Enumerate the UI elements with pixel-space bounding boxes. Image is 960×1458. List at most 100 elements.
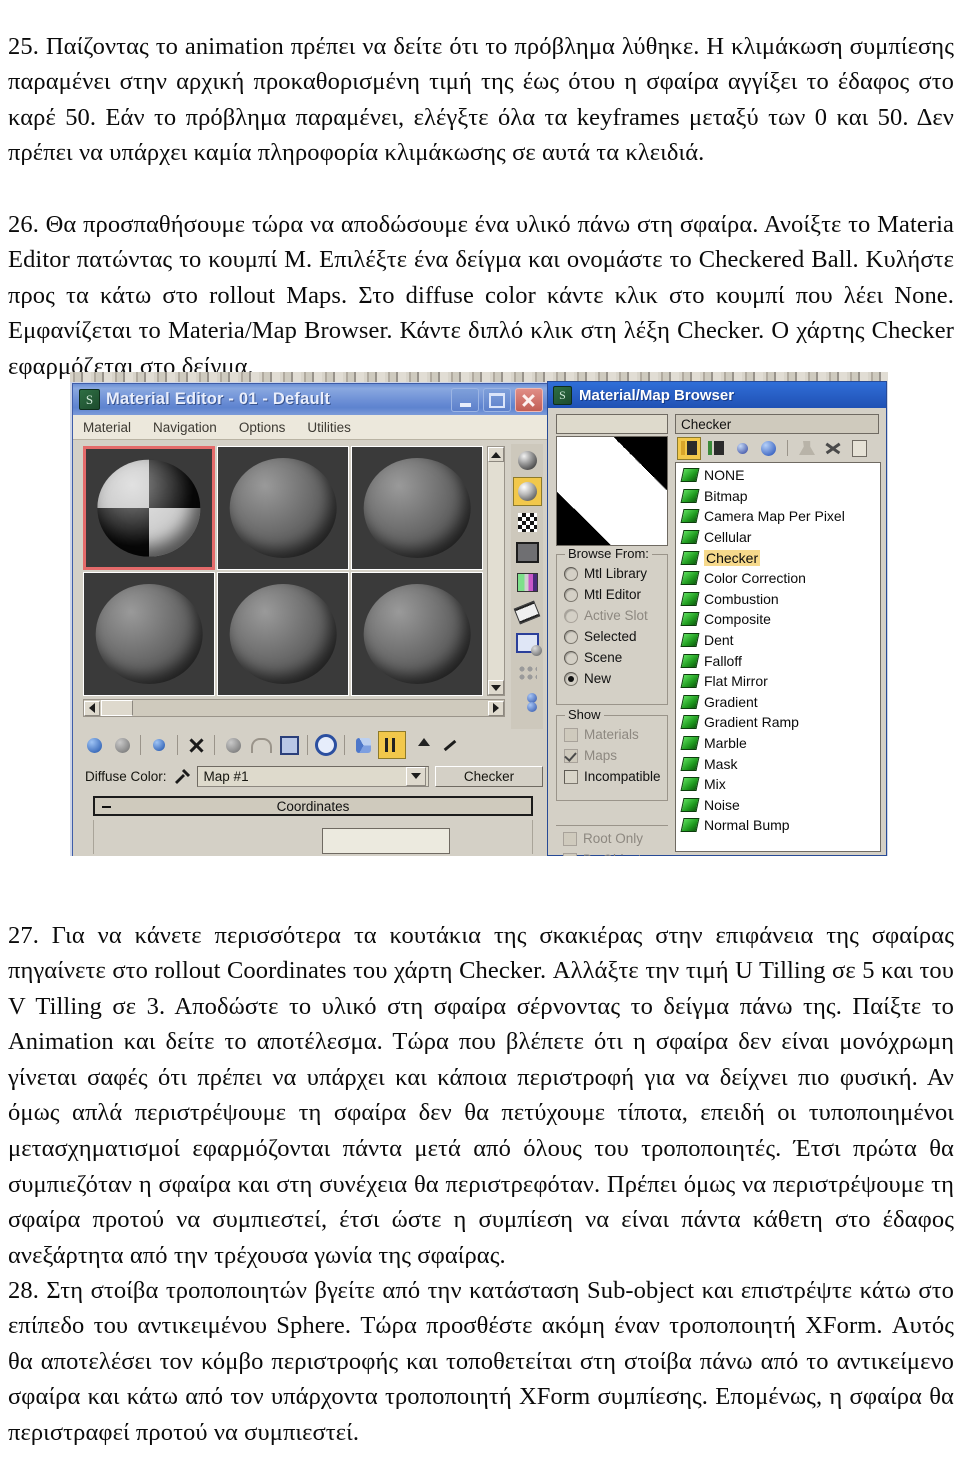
sample-slots-horizontal-scrollbar[interactable]: [83, 699, 505, 717]
reset-map-mtl-to-default-icon[interactable]: [183, 732, 209, 758]
list-item[interactable]: Marble: [676, 733, 880, 754]
show-map-in-viewport-icon[interactable]: [350, 732, 376, 758]
minimize-icon[interactable]: [451, 388, 479, 412]
list-item[interactable]: Dent: [676, 630, 880, 651]
view-small-icons-icon[interactable]: [731, 438, 753, 459]
show-end-result-icon[interactable]: [378, 731, 406, 759]
menu-item-material[interactable]: Material: [83, 420, 131, 435]
view-list-icon[interactable]: [677, 436, 701, 460]
assign-material-to-selection-icon[interactable]: [146, 732, 172, 758]
view-list-icons-icon[interactable]: [705, 438, 727, 459]
eyedropper-icon[interactable]: [173, 768, 191, 784]
checkbox-incompatible[interactable]: Incompatible: [557, 766, 667, 787]
list-item[interactable]: Noise: [676, 795, 880, 816]
sample-uv-tiling-icon[interactable]: [514, 539, 541, 566]
list-item[interactable]: Color Correction: [676, 568, 880, 589]
collapse-icon[interactable]: [102, 806, 111, 808]
sample-slot[interactable]: [83, 446, 215, 570]
background-checker-icon[interactable]: [514, 509, 541, 536]
options-icon[interactable]: [514, 629, 542, 656]
list-item[interactable]: Gradient Ramp: [676, 712, 880, 733]
scrollbar-thumb[interactable]: [101, 700, 133, 716]
put-material-to-scene-icon[interactable]: [109, 732, 135, 758]
list-item[interactable]: Mix: [676, 774, 880, 795]
embedded-screenshot: S Material Editor - 01 - Default Materia…: [70, 372, 888, 856]
list-item[interactable]: Composite: [676, 609, 880, 630]
close-icon[interactable]: [515, 388, 543, 412]
map-swatch-icon: [680, 777, 700, 792]
update-scene-materials-icon[interactable]: [796, 438, 818, 459]
list-item-label: Combustion: [704, 590, 779, 607]
list-item[interactable]: Falloff: [676, 650, 880, 671]
toolbar-divider: [787, 440, 788, 456]
video-color-check-icon[interactable]: [514, 569, 541, 596]
sample-slots-vertical-scrollbar[interactable]: [487, 446, 505, 696]
radio-mtl-editor[interactable]: Mtl Editor: [557, 584, 667, 605]
sample-slot[interactable]: [83, 572, 215, 696]
clear-material-library-icon[interactable]: [848, 438, 870, 459]
map-name-field[interactable]: Map #1: [196, 765, 429, 787]
sample-type-sphere-icon[interactable]: [514, 447, 541, 474]
sample-slot[interactable]: [351, 446, 483, 570]
menu-item-options[interactable]: Options: [239, 420, 286, 435]
delete-from-library-icon[interactable]: [822, 438, 844, 459]
radio-selected[interactable]: Selected: [557, 626, 667, 647]
material-editor-titlebar[interactable]: S Material Editor - 01 - Default: [73, 384, 547, 415]
material-map-navigator-icon[interactable]: [514, 689, 541, 716]
browser-body: Browse From: Mtl Library Mtl Editor Acti…: [548, 408, 886, 856]
scroll-left-icon[interactable]: [84, 700, 100, 716]
list-item[interactable]: NONE: [676, 465, 880, 486]
list-item-label: Bitmap: [704, 487, 748, 504]
list-item[interactable]: Mask: [676, 753, 880, 774]
go-forward-to-sibling-icon[interactable]: [436, 732, 462, 758]
make-preview-icon[interactable]: [513, 599, 541, 626]
rollout-field[interactable]: [322, 828, 450, 854]
scroll-down-icon[interactable]: [488, 680, 504, 695]
scroll-right-icon[interactable]: [488, 700, 504, 716]
coordinates-rollout-header[interactable]: Coordinates: [93, 796, 533, 816]
scroll-up-icon[interactable]: [488, 447, 504, 462]
get-material-icon[interactable]: [81, 732, 107, 758]
view-large-icons-icon[interactable]: [757, 438, 779, 459]
sample-slot-grid: [83, 446, 483, 696]
selected-type-field[interactable]: Checker: [675, 414, 879, 434]
radio-icon[interactable]: [564, 629, 578, 644]
list-item-label: NONE: [704, 467, 745, 484]
menu-item-utilities[interactable]: Utilities: [307, 420, 351, 435]
go-to-parent-icon[interactable]: [408, 732, 434, 758]
make-unique-icon[interactable]: [248, 732, 274, 758]
radio-new[interactable]: New: [557, 668, 667, 689]
list-item[interactable]: Camera Map Per Pixel: [676, 506, 880, 527]
make-material-copy-icon[interactable]: [220, 732, 246, 758]
radio-scene[interactable]: Scene: [557, 647, 667, 668]
map-type-list[interactable]: NONE Bitmap Camera Map Per Pixel Cellula…: [675, 462, 881, 852]
menu-item-navigation[interactable]: Navigation: [153, 420, 217, 435]
radio-icon[interactable]: [564, 566, 578, 581]
list-item-label: Gradient: [704, 693, 758, 710]
material-effects-channel-icon[interactable]: [313, 732, 339, 758]
radio-icon[interactable]: [564, 587, 578, 602]
sample-slot[interactable]: [217, 572, 349, 696]
map-swatch-icon: [680, 653, 700, 668]
browser-name-input[interactable]: [556, 414, 668, 434]
sample-slot[interactable]: [351, 572, 483, 696]
maximize-icon[interactable]: [483, 388, 511, 412]
list-item[interactable]: Flat Mirror: [676, 671, 880, 692]
select-by-material-icon[interactable]: [514, 659, 541, 686]
browser-titlebar[interactable]: S Material/Map Browser: [548, 382, 886, 408]
put-to-library-icon[interactable]: [276, 732, 302, 758]
backlight-icon[interactable]: [512, 477, 542, 506]
list-item-checker[interactable]: Checker: [676, 547, 880, 568]
list-item[interactable]: Bitmap: [676, 486, 880, 507]
list-item[interactable]: Normal Bump: [676, 815, 880, 836]
radio-icon[interactable]: [564, 650, 578, 665]
list-item[interactable]: Gradient: [676, 692, 880, 713]
checkbox-icon[interactable]: [564, 769, 578, 784]
map-type-button[interactable]: Checker: [435, 765, 543, 787]
list-item[interactable]: Combustion: [676, 589, 880, 610]
radio-icon[interactable]: [564, 671, 578, 686]
list-item[interactable]: Cellular: [676, 527, 880, 548]
chevron-down-icon[interactable]: [406, 766, 426, 786]
sample-slot[interactable]: [217, 446, 349, 570]
radio-mtl-library[interactable]: Mtl Library: [557, 563, 667, 584]
